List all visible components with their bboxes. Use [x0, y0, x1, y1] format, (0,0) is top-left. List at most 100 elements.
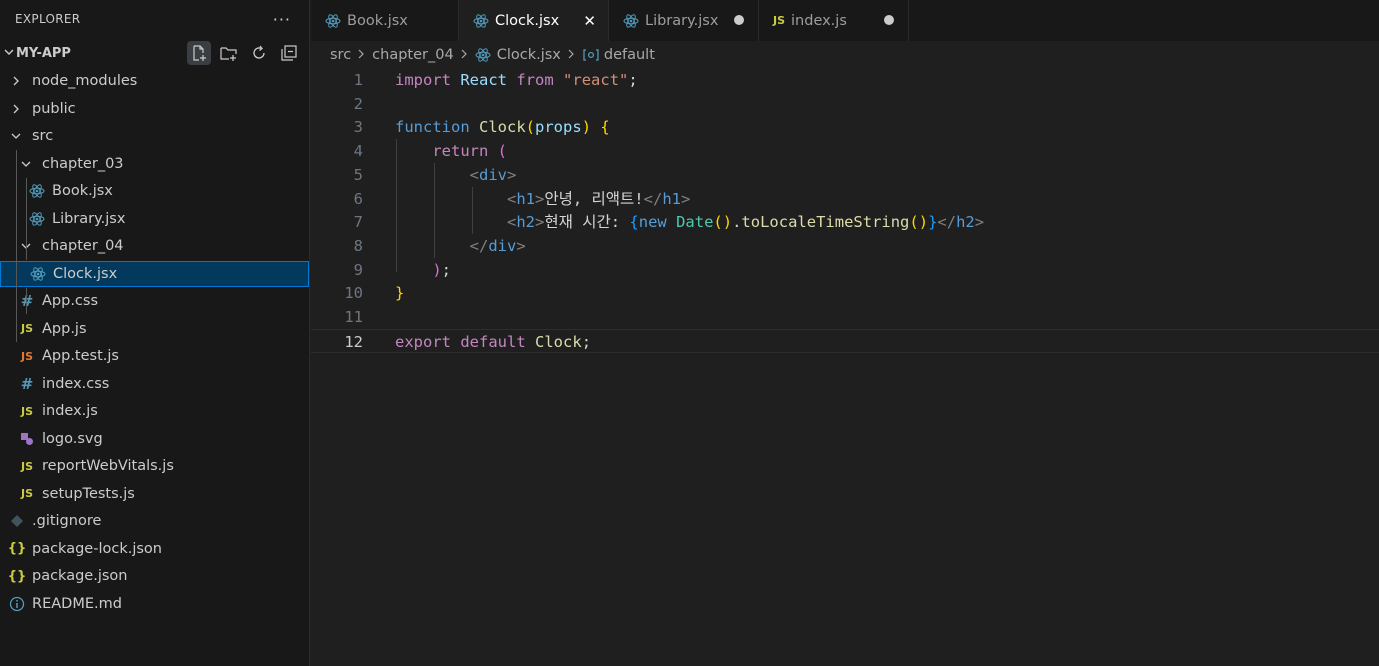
code-token: import: [395, 71, 451, 89]
code-line[interactable]: 10}: [311, 281, 1379, 305]
code-line[interactable]: 5 <div>: [311, 163, 1379, 187]
code-token: from: [516, 71, 554, 89]
file-item[interactable]: {} package-lock.json: [0, 536, 309, 562]
code-token: {: [629, 213, 639, 232]
code-line[interactable]: 1 import React from "react";: [311, 68, 1379, 92]
code-token: (: [525, 118, 536, 137]
code-text: }: [395, 281, 404, 305]
new-file-icon[interactable]: [187, 41, 211, 65]
chevron-right-icon: [8, 76, 24, 86]
code-line[interactable]: 3 function Clock(props) {: [311, 115, 1379, 139]
file-item[interactable]: {} package.json: [0, 563, 309, 589]
breadcrumb-item[interactable]: default: [582, 47, 655, 63]
file-item[interactable]: JS App.test.js: [0, 343, 309, 369]
tree-item-label: public: [32, 100, 76, 117]
tab-book-jsx[interactable]: Book.jsx: [311, 0, 459, 41]
code-token: >: [535, 189, 545, 208]
tree-item-label: package.json: [32, 568, 128, 584]
code-line[interactable]: 2: [311, 92, 1379, 116]
svg-file-icon: [18, 432, 36, 446]
project-root[interactable]: MY-APP: [0, 38, 309, 68]
chevron-right-icon: [357, 47, 366, 63]
breadcrumb-item[interactable]: src: [330, 47, 351, 63]
file-item[interactable]: Book.jsx: [0, 178, 309, 204]
code-indent-guide: [434, 162, 435, 258]
chevron-down-icon: [2, 47, 16, 60]
close-icon[interactable]: ✕: [583, 12, 596, 30]
code-text: return (: [395, 139, 507, 163]
folder-item[interactable]: chapter_03: [0, 151, 309, 177]
file-item[interactable]: .gitignore: [0, 508, 309, 534]
tab-library-jsx[interactable]: Library.jsx: [609, 0, 759, 41]
line-number: 10: [344, 284, 363, 303]
code-line[interactable]: 12 export default Clock;: [311, 328, 1379, 353]
unsaved-dot-icon[interactable]: [884, 15, 894, 25]
react-icon: [28, 183, 46, 199]
code-token: function: [395, 118, 470, 137]
explorer-header: EXPLORER ···: [0, 0, 309, 38]
code-token: <: [506, 213, 517, 232]
breadcrumb: src chapter_04 Clock.jsx default: [330, 42, 655, 68]
file-item[interactable]: JS App.js: [0, 316, 309, 342]
line-number: 7: [353, 213, 363, 232]
code-token: export: [395, 332, 451, 351]
breadcrumb-item[interactable]: chapter_04: [372, 47, 454, 63]
tree-item-label: README.md: [32, 595, 122, 612]
folder-item[interactable]: node_modules: [0, 68, 309, 94]
file-item[interactable]: JS reportWebVitals.js: [0, 453, 309, 479]
line-number: 4: [353, 142, 363, 161]
folder-item[interactable]: public: [0, 96, 309, 122]
code-token: (): [713, 213, 733, 232]
project-name: MY-APP: [16, 45, 71, 61]
folder-item[interactable]: src: [0, 123, 309, 149]
tree-item-label: .gitignore: [32, 513, 102, 529]
test-file-icon: JS: [20, 349, 33, 363]
code-token: "react": [563, 71, 629, 89]
react-icon: [28, 211, 46, 227]
tree-item-label: logo.svg: [42, 430, 103, 447]
code-token: >: [974, 213, 985, 232]
code-line[interactable]: 4 return (: [311, 139, 1379, 163]
refresh-icon[interactable]: [247, 41, 271, 65]
chevron-down-icon: [18, 159, 34, 169]
explorer-sidebar: EXPLORER ··· MY-APP node_modulespublic sr…: [0, 0, 310, 666]
unsaved-dot-icon[interactable]: [734, 15, 744, 25]
code-token: 안녕, 리액트!: [544, 189, 644, 208]
file-item[interactable]: JS setupTests.js: [0, 481, 309, 507]
collapse-all-icon[interactable]: [277, 41, 301, 65]
file-item[interactable]: Clock.jsx: [0, 260, 309, 287]
code-token: </: [643, 189, 663, 208]
code-token: ;: [628, 71, 638, 89]
tab-clock-jsx[interactable]: Clock.jsx ✕: [459, 0, 609, 41]
code-line[interactable]: 8 </div>: [311, 234, 1379, 258]
file-item[interactable]: JS index.js: [0, 398, 309, 424]
code-editor[interactable]: 1 import React from "react"; 2 3 function Cl…: [311, 68, 1379, 666]
css-icon: #: [20, 374, 34, 393]
react-icon: [325, 13, 341, 29]
json-icon: {}: [7, 568, 27, 584]
folder-item[interactable]: chapter_04: [0, 233, 309, 259]
editor-tabs: Book.jsx Clock.jsx ✕ Library.jsx JS index.js: [311, 0, 1379, 41]
code-text: <h1>안녕, 리액트!</h1>: [395, 187, 690, 211]
code-line[interactable]: 9 );: [311, 258, 1379, 282]
symbol-icon: [582, 48, 600, 62]
breadcrumb-item[interactable]: Clock.jsx: [475, 47, 561, 63]
tab-index-js[interactable]: JS index.js: [759, 0, 909, 41]
file-item[interactable]: # index.css: [0, 371, 309, 397]
code-line[interactable]: 11: [311, 305, 1379, 329]
code-token: </: [469, 236, 489, 255]
file-item[interactable]: logo.svg: [0, 426, 309, 452]
file-item[interactable]: Library.jsx: [0, 206, 309, 232]
file-item[interactable]: # App.css: [0, 288, 309, 314]
more-actions-icon[interactable]: ···: [273, 10, 291, 29]
code-token: h2: [956, 213, 975, 232]
new-folder-icon[interactable]: [217, 41, 241, 65]
line-number: 2: [353, 94, 363, 113]
tree-indent-guide: [26, 178, 27, 260]
file-item[interactable]: README.md: [0, 591, 309, 617]
